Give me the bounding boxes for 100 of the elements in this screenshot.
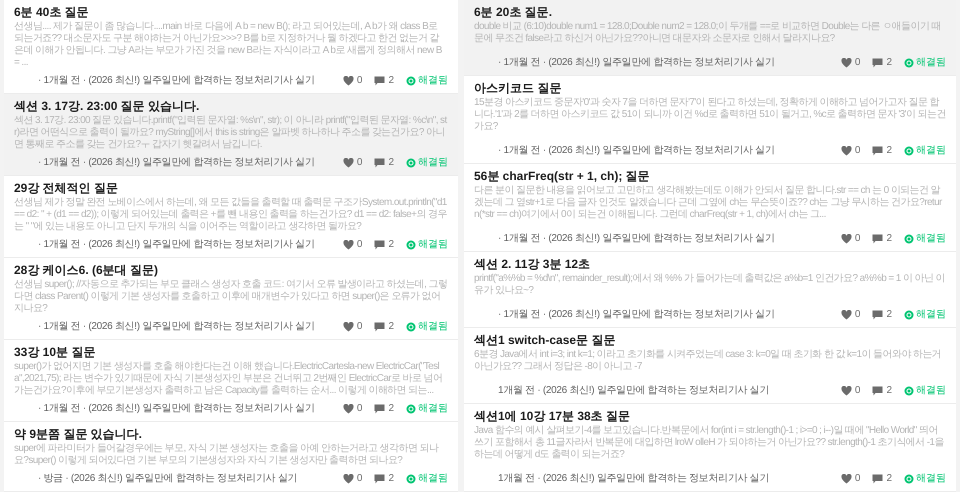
heart-icon (342, 76, 354, 86)
post-preview: Java 함수의 예시 살펴보기-4를 보고있습니다.반복문에서 for(int i = str.length()-1 ; i>=0 ; i--)일 때에 "Hello World" 띄어쓰기 포함해서 총 11글자라서 반복문에 대입하면 lroW olleH 가 되야하는거 아닌가요?? str.length()-1 초기식에서 -1을 하는데 어떻게 d도 출력이 되는거죠? (474, 425, 945, 461)
check-circle-icon (904, 146, 914, 156)
resolved-status: 해결됨 (916, 232, 946, 246)
comment-icon (374, 322, 386, 332)
comment-count: 2 (886, 144, 892, 158)
like-count: 0 (854, 472, 860, 486)
post-preview: super에 파라미터가 들어갈경우에는 부모, 자식 기본 생성자는 호출을 아예 안하는거라고 생각하면 되나요?super() 이렇게 되어있다면 기본 부모의 기본생성자와 자식 기본 생성자만 출력하면 되나요? (14, 443, 440, 467)
heart-icon (342, 404, 354, 414)
comment-count: 2 (388, 320, 394, 334)
post-meta: 1개월 전 · (2026 최신!) 일주일만에 합격하는 정보처리기사 실기 (498, 472, 770, 486)
resolved-status: 해결됨 (418, 156, 448, 170)
like-count: 0 (356, 320, 362, 334)
post-preview: super()가 없어지면 기본 생성자를 호출 해야한다는건 이해 했습니다.ElectricCartesla-new ElectricCar("Tesla",2021,75); 라는 변수가 있기때문에 자식 기본생성자인 부분은 건너뛰고 2번째인 ElectricCar로 바로 넘어가는건가요?이후에 부모기본생성자 출력하고 남은 Capacity를 출력하는 순서... 이렇게 이해하면 되는... (14, 361, 444, 397)
check-circle-icon (406, 240, 416, 250)
post-meta: · 1개월 전 · (2026 최신!) 일주일만에 합격하는 정보처리기사 실기 (38, 156, 315, 170)
post-preview: 15분경 아스키코드 중문자'0'과 숫자 7을 더하면 문자'7'이 된다고 하셨는데, 정확하게 이해하고 넘어가고자 질문 합니다.'1'과 2를 더하면 아스키코드 값 51이 되니까 이건 %d로 출력하면 51이 될거고, %c로 출력하면 문자 '3'이 되는건가요? (474, 97, 946, 133)
post-meta: · 1개월 전 · (2026 최신!) 일주일만에 합격하는 정보처리기사 실기 (38, 402, 315, 416)
post-title[interactable]: 6분 20초 질문. (474, 5, 946, 20)
check-circle-icon (904, 474, 914, 484)
comment-icon (374, 158, 386, 168)
post-meta: · 1개월 전 · (2026 최신!) 일주일만에 합격하는 정보처리기사 실기 (38, 320, 315, 334)
comment-count: 2 (886, 384, 892, 398)
comment-count: 2 (886, 308, 892, 322)
resolved-status: 해결됨 (418, 320, 448, 334)
check-circle-icon (904, 234, 914, 244)
resolved-status: 해결됨 (418, 74, 448, 88)
like-count: 0 (854, 144, 860, 158)
like-count: 0 (356, 238, 362, 252)
comment-count: 2 (886, 232, 892, 246)
post-meta: · 1개월 전 · (2026 최신!) 일주일만에 합격하는 정보처리기사 실기 (498, 232, 775, 246)
resolved-status: 해결됨 (418, 402, 448, 416)
heart-icon (342, 474, 354, 484)
like-count: 0 (854, 232, 860, 246)
heart-icon (840, 310, 852, 320)
post-title[interactable]: 약 9분쯤 질문 있습니다. (14, 427, 448, 442)
comment-count: 2 (388, 472, 394, 486)
comment-count: 2 (388, 238, 394, 252)
post-preview: double 비교 (6:10)double num1 = 128.0;Double num2 = 128.0;이 두개를 ==로 비교하면 Double는 다른 ㅇ애들이기 때문에 무조건 false라고 하신거 아닌가요??아니면 대문자와 소문자로 인해서 달라지나요? (474, 21, 942, 45)
heart-icon (840, 234, 852, 244)
heart-icon (342, 240, 354, 250)
comment-icon (374, 404, 386, 414)
post-preview: printf("a%%b = %d\n", remainder_result);에서 왜 %% 가 들어가는데 출력값은 a%b=1 인건가요? a%%b = 1 이 아닌 이유가 있나요~? (474, 273, 946, 297)
post-meta: · 1개월 전 · (2026 최신!) 일주일만에 합격하는 정보처리기사 실기 (38, 74, 315, 88)
comment-count: 2 (886, 472, 892, 486)
resolved-status: 해결됨 (916, 384, 946, 398)
post-title[interactable]: 6분 40초 질문 (14, 5, 448, 20)
comment-count: 2 (388, 74, 394, 88)
comment-icon (872, 474, 884, 484)
post-preview: 섹션 3. 17강. 23:00 질문 있습니다.printf("입력된 문자열: %s\n", str); 이 아니라 printf("입력된 문자열: %c\n", str)라면 어떤식으로 출력이 될까요? myString[]에서 this is string은 알파벳 하나하나 주소를 갖는건가요? 아니면 통째로 주소를 갖는 건가요?ㅜ 갑자기 헷갈려서 남깁니다. (14, 115, 448, 151)
post-meta: · 1개월 전 · (2026 최신!) 일주일만에 합격하는 정보처리기사 실기 (498, 56, 775, 70)
post-title[interactable]: 28강 케이스6. (6분대 질문) (14, 263, 448, 278)
post-title[interactable]: 56분 charFreq(str + 1, ch); 질문 (474, 169, 946, 184)
post-meta: · 방금 · (2026 최신!) 일주일만에 합격하는 정보처리기사 실기 (38, 472, 298, 486)
check-circle-icon (406, 322, 416, 332)
resolved-status: 해결됨 (916, 308, 946, 322)
heart-icon (840, 386, 852, 396)
like-count: 0 (854, 384, 860, 398)
comment-icon (374, 76, 386, 86)
post-title[interactable]: 29강 전체적인 질문 (14, 181, 448, 196)
like-count: 0 (854, 308, 860, 322)
post-preview: 6분경 Java에서 int i=3; int k=1; 이라고 초기화를 시켜주었는데 case 3: k=0일 때 초기화 한 값 k=1이 들어와야 하는거 아닌가요?? 그래서 정답은 -8이 아니고 -7 (474, 349, 942, 373)
check-circle-icon (904, 310, 914, 320)
post-preview: 선생님 super(); //자동으로 추가되는 부모 클래스 생성자 호출 코드: 여기서 오류 발생이라고 하셨는데, 그렇다면 class Parent() 이렇게 기본 생성자를 호출하고 이후에 매개변수가 있다고 하면 super()은 오류가 없어지나요? (14, 279, 448, 315)
check-circle-icon (406, 158, 416, 168)
comment-icon (872, 310, 884, 320)
post-meta: · 1개월 전 · (2026 최신!) 일주일만에 합격하는 정보처리기사 실기 (498, 144, 775, 158)
post-meta: 1개월 전 · (2026 최신!) 일주일만에 합격하는 정보처리기사 실기 (498, 384, 770, 398)
check-circle-icon (406, 404, 416, 414)
post-card[interactable]: 6분 20초 질문. double 비교 (6:10)double num1 = 128.0;Double num2 = 128.0;이 두개를 ==로 비교하면 Double는 다른 ㅇ애들이기 때문에 무조건 false라고 하신거 아닌가요??아니면 대문자와 소문자로 인해서 달라지나요? · 1개월 전 · (2026 최신!) 일주일만에 합격하는 정보처리기사 실기 0 2 해결됨 (464, 0, 956, 76)
resolved-status: 해결됨 (418, 238, 448, 252)
like-count: 0 (356, 472, 362, 486)
post-title[interactable]: 섹션 3. 17강. 23:00 질문 있습니다. (14, 99, 448, 114)
check-circle-icon (904, 58, 914, 68)
post-title[interactable]: 섹션 2. 11강 3분 12초 (474, 257, 946, 272)
comment-icon (872, 58, 884, 68)
comment-count: 2 (388, 402, 394, 416)
heart-icon (840, 146, 852, 156)
post-meta: · 1개월 전 · (2026 최신!) 일주일만에 합격하는 정보처리기사 실기 (498, 308, 775, 322)
post-preview: 선생님 제가 정말 완전 노베이스에서 하는데, 왜 모든 값들을 출력할 때 출력문 구조가System.out.println("d1 == d2: " + (d1 == d2)); 이렇게 되어있는데 출력은 +를 뺀 내용인 출력을 하는건가요? d1 == d2: false+의 경우는 " "에 있는 내용도 아니고 단지 두개의 식을 이어주는 역할이라고 생각하면 될까요? (14, 197, 448, 233)
resolved-status: 해결됨 (916, 472, 946, 486)
comment-icon (374, 240, 386, 250)
post-title[interactable]: 섹션1에 10강 17분 38초 질문 (474, 409, 946, 424)
comment-icon (872, 234, 884, 244)
post-preview: 다른 분이 질문한 내용을 읽어보고 고민하고 생각해봤는데도 이해가 안되서 질문 합니다.str == ch 는 0 이되는건 알겠는데 그 옆str+1로 다음 글자 인것도 알겠습니다 근데 그옆에 ch는 무슨뜻이죠?? ch는 그냥 무시하는 건가요?return(*str == ch)여기에서 0이 되는건 이해됩니다. 그런데 charFreq(str + 1, ch)에서 ch는 그... (474, 185, 944, 221)
post-title[interactable]: 아스키코드 질문 (474, 81, 946, 96)
like-count: 0 (854, 56, 860, 70)
comment-icon (374, 474, 386, 484)
heart-icon (342, 158, 354, 168)
comment-count: 2 (388, 156, 394, 170)
resolved-status: 해결됨 (916, 144, 946, 158)
comment-icon (872, 146, 884, 156)
post-title[interactable]: 33강 10분 질문 (14, 345, 448, 360)
check-circle-icon (904, 386, 914, 396)
resolved-status: 해결됨 (916, 56, 946, 70)
post-title[interactable]: 섹션1 switch-case문 질문 (474, 333, 946, 348)
check-circle-icon (406, 474, 416, 484)
comment-icon (872, 386, 884, 396)
like-count: 0 (356, 402, 362, 416)
heart-icon (840, 58, 852, 68)
